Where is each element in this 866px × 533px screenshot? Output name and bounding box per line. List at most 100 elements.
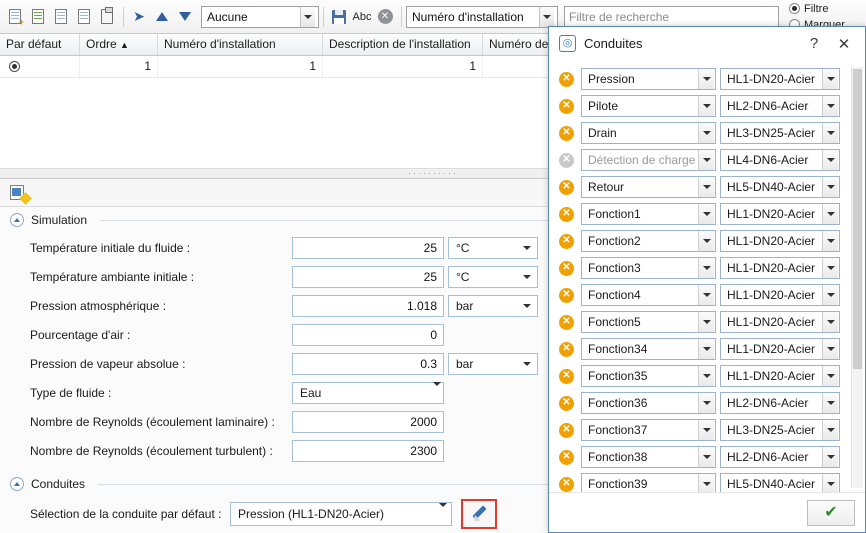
chevron-down-icon[interactable] xyxy=(822,258,838,278)
delete-conduit-icon[interactable]: ✕ xyxy=(559,422,574,438)
chevron-down-icon[interactable] xyxy=(822,177,838,197)
filter-radio[interactable]: Filtre xyxy=(789,2,845,15)
chevron-down-icon[interactable] xyxy=(698,69,714,89)
abc-icon[interactable]: abc-iconAbc xyxy=(351,5,373,29)
conduit-name-select[interactable]: Fonction39 xyxy=(581,473,716,492)
chevron-up-icon[interactable] xyxy=(10,477,24,491)
conduit-type-select[interactable]: HL1-DN20-Acier xyxy=(720,284,840,306)
open-document-icon[interactable] xyxy=(27,5,49,29)
chevron-down-icon[interactable] xyxy=(698,96,714,116)
search-input[interactable]: Filtre de recherche xyxy=(564,5,779,28)
select-cursor-icon[interactable]: ➤ xyxy=(128,5,150,29)
chevron-down-icon[interactable] xyxy=(519,296,535,316)
unit-atmospheric-pressure[interactable]: bar xyxy=(448,294,538,317)
chevron-down-icon[interactable] xyxy=(822,204,838,224)
edit-properties-icon[interactable] xyxy=(8,183,32,205)
chevron-down-icon[interactable] xyxy=(822,150,838,170)
chevron-down-icon[interactable] xyxy=(822,366,838,386)
dialog-title-bar[interactable]: ◎ Conduites ? ✕ xyxy=(549,27,865,61)
chevron-down-icon[interactable] xyxy=(822,474,838,492)
chevron-down-icon[interactable] xyxy=(698,150,714,170)
chevron-down-icon[interactable] xyxy=(822,339,838,359)
conduit-type-select[interactable]: HL1-DN20-Acier xyxy=(720,311,840,333)
conduit-name-select[interactable]: Fonction34 xyxy=(581,338,716,360)
delete-conduit-icon[interactable]: ✕ xyxy=(559,476,574,492)
delete-conduit-icon[interactable]: ✕ xyxy=(559,125,574,141)
input-vapor-pressure[interactable]: 0.3 xyxy=(292,352,444,375)
delete-conduit-icon[interactable]: ✕ xyxy=(559,287,574,303)
paste-icon[interactable] xyxy=(96,5,118,29)
chevron-down-icon[interactable] xyxy=(698,312,714,332)
conduit-type-select[interactable]: HL1-DN20-Acier xyxy=(720,203,840,225)
unit-vapor-pressure[interactable]: bar xyxy=(448,352,538,375)
select-fluid-type[interactable]: Eau xyxy=(292,381,444,404)
delete-conduit-icon[interactable]: ✕ xyxy=(559,98,574,114)
chevron-down-icon[interactable] xyxy=(539,6,554,27)
delete-conduit-icon[interactable]: ✕ xyxy=(559,449,574,465)
chevron-down-icon[interactable] xyxy=(698,393,714,413)
conduit-name-select[interactable]: Fonction5 xyxy=(581,311,716,333)
close-icon[interactable]: ✕ xyxy=(829,31,859,57)
conduit-name-select[interactable]: Fonction3 xyxy=(581,257,716,279)
conduit-name-select[interactable]: Fonction36 xyxy=(581,392,716,414)
conduit-type-select[interactable]: HL1-DN20-Acier xyxy=(720,257,840,279)
move-down-icon[interactable] xyxy=(174,5,196,29)
conduit-type-select[interactable]: HL2-DN6-Acier xyxy=(720,95,840,117)
chevron-down-icon[interactable] xyxy=(822,96,838,116)
conduit-type-select[interactable]: HL3-DN25-Acier xyxy=(720,122,840,144)
chevron-up-icon[interactable] xyxy=(10,213,24,227)
row-selector-icon[interactable] xyxy=(0,56,28,77)
conduit-name-select[interactable]: Pression xyxy=(581,68,716,90)
conduit-type-select[interactable]: HL5-DN40-Acier xyxy=(720,176,840,198)
delete-conduit-icon[interactable]: ✕ xyxy=(559,260,574,276)
copy-icon[interactable] xyxy=(50,5,72,29)
chevron-down-icon[interactable] xyxy=(822,285,838,305)
move-up-icon[interactable] xyxy=(151,5,173,29)
chevron-down-icon[interactable] xyxy=(822,123,838,143)
chevron-down-icon[interactable] xyxy=(698,258,714,278)
chevron-down-icon[interactable] xyxy=(519,354,535,374)
conduit-type-select[interactable]: HL2-DN6-Acier xyxy=(720,446,840,468)
chevron-down-icon[interactable] xyxy=(822,69,838,89)
delete-conduit-icon[interactable]: ✕ xyxy=(559,179,574,195)
chevron-down-icon[interactable] xyxy=(698,474,714,492)
delete-conduit-icon[interactable]: ✕ xyxy=(559,233,574,249)
delete-conduit-icon[interactable]: ✕ xyxy=(559,368,574,384)
conduit-name-select[interactable]: Fonction37 xyxy=(581,419,716,441)
conduit-type-select[interactable]: HL4-DN6-Acier xyxy=(720,149,840,171)
conduit-type-select[interactable]: HL3-DN25-Acier xyxy=(720,419,840,441)
chevron-down-icon[interactable] xyxy=(439,503,447,521)
column-header-default[interactable]: Par défaut xyxy=(0,34,80,55)
install-number-combo[interactable]: Numéro d'installation xyxy=(406,5,558,28)
conduit-name-select[interactable]: Fonction35 xyxy=(581,365,716,387)
selection-combo[interactable]: Aucune xyxy=(201,5,319,28)
conduit-name-select[interactable]: Fonction1 xyxy=(581,203,716,225)
input-reynolds-laminar[interactable]: 2000 xyxy=(292,410,444,433)
help-icon[interactable]: ? xyxy=(799,31,829,57)
chevron-down-icon[interactable] xyxy=(698,339,714,359)
input-fluid-temp[interactable]: 25 xyxy=(292,236,444,259)
clear-filter-icon[interactable]: ✕ xyxy=(374,5,396,29)
chevron-down-icon[interactable] xyxy=(822,420,838,440)
scrollbar-thumb[interactable] xyxy=(853,69,862,369)
delete-conduit-icon[interactable]: ✕ xyxy=(559,206,574,222)
conduit-name-select[interactable]: Fonction4 xyxy=(581,284,716,306)
dialog-scrollbar[interactable] xyxy=(851,67,863,488)
input-ambient-temp[interactable]: 25 xyxy=(292,265,444,288)
column-header-order[interactable]: Ordre ▲ xyxy=(80,34,158,55)
conduit-name-select[interactable]: Fonction38 xyxy=(581,446,716,468)
save-icon[interactable] xyxy=(328,5,350,29)
conduit-type-select[interactable]: HL1-DN20-Acier xyxy=(720,68,840,90)
chevron-down-icon[interactable] xyxy=(698,366,714,386)
input-atmospheric-pressure[interactable]: 1.018 xyxy=(292,294,444,317)
edit-conduits-button[interactable] xyxy=(461,499,497,529)
conduit-name-select[interactable]: Retour xyxy=(581,176,716,198)
chevron-down-icon[interactable] xyxy=(698,285,714,305)
column-header-install-description[interactable]: Description de l'installation xyxy=(323,34,483,55)
chevron-down-icon[interactable] xyxy=(519,238,535,258)
chevron-down-icon[interactable] xyxy=(698,447,714,467)
chevron-down-icon[interactable] xyxy=(698,204,714,224)
chevron-down-icon[interactable] xyxy=(698,123,714,143)
unit-fluid-temp[interactable]: °C xyxy=(448,236,538,259)
conduit-type-select[interactable]: HL1-DN20-Acier xyxy=(720,338,840,360)
